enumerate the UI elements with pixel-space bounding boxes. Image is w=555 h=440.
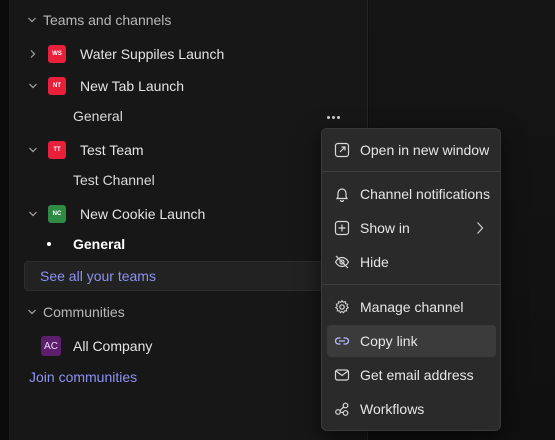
app-rail	[0, 0, 10, 440]
eye-off-icon	[333, 253, 351, 271]
menu-item-get-email-address[interactable]: Get email address	[327, 359, 496, 391]
menu-item-label: Show in	[360, 220, 410, 236]
channel-item-general[interactable]: General	[73, 106, 123, 126]
join-communities-link[interactable]: Join communities	[29, 367, 137, 387]
team-name: New Tab Launch	[80, 78, 185, 94]
menu-item-channel-notifications[interactable]: Channel notifications	[327, 178, 496, 210]
teams-list-pane: Teams and channels WS Water Suppiles Lau…	[10, 0, 368, 440]
menu-item-label: Open in new window	[360, 142, 490, 158]
channel-name: General	[73, 236, 126, 252]
menu-item-label: Channel notifications	[360, 186, 490, 202]
plus-square-icon	[333, 219, 351, 237]
team-avatar: NT	[48, 77, 66, 95]
team-name: Water Suppiles Launch	[80, 46, 225, 62]
menu-item-label: Get email address	[360, 367, 474, 383]
chevron-down-icon	[28, 81, 38, 91]
team-item-new-tab-launch[interactable]: NT New Tab Launch	[28, 75, 184, 97]
chevron-right-icon	[476, 221, 484, 235]
channel-item-test-channel[interactable]: Test Channel	[73, 170, 155, 190]
chevron-down-icon	[28, 209, 38, 219]
channel-item-general-active[interactable]: General	[73, 234, 125, 254]
channel-name: Test Channel	[73, 172, 155, 188]
menu-item-workflows[interactable]: Workflows	[327, 393, 496, 425]
team-avatar: WS	[48, 45, 66, 63]
see-all-teams-label: See all your teams	[40, 268, 156, 284]
channel-name: General	[73, 108, 123, 124]
active-channel-indicator	[47, 242, 51, 246]
menu-item-label: Workflows	[360, 401, 425, 417]
menu-item-manage-channel[interactable]: Manage channel	[327, 291, 496, 323]
menu-item-label: Hide	[360, 254, 389, 270]
gear-icon	[333, 298, 351, 316]
more-options-icon[interactable]	[322, 108, 344, 126]
menu-item-show-in[interactable]: Show in	[327, 212, 496, 244]
community-avatar: AC	[41, 336, 61, 356]
team-item-new-cookie-launch[interactable]: NC New Cookie Launch	[28, 203, 205, 225]
bell-icon	[333, 185, 351, 203]
team-name: New Cookie Launch	[80, 206, 206, 222]
menu-item-copy-link[interactable]: Copy link	[327, 325, 496, 357]
communities-section-header[interactable]: Communities	[27, 302, 125, 322]
join-communities-label: Join communities	[29, 369, 138, 385]
teams-app: Teams and channels WS Water Suppiles Lau…	[0, 0, 555, 440]
team-avatar: TT	[48, 141, 66, 159]
team-item-water-suppiles-launch[interactable]: WS Water Suppiles Launch	[28, 43, 224, 65]
community-item-all-company[interactable]: AC All Company	[41, 335, 152, 357]
menu-item-hide[interactable]: Hide	[327, 246, 496, 278]
community-name: All Company	[73, 338, 153, 354]
menu-item-open-in-new-window[interactable]: Open in new window	[327, 134, 496, 166]
team-avatar: NC	[48, 205, 66, 223]
link-icon	[333, 332, 351, 350]
team-name: Test Team	[80, 142, 144, 158]
team-item-test-team[interactable]: TT Test Team	[28, 139, 144, 161]
channel-context-menu: Open in new window Channel notifications…	[321, 128, 501, 431]
chevron-right-icon	[28, 49, 38, 59]
mail-icon	[333, 366, 351, 384]
communities-section-label: Communities	[43, 304, 125, 320]
teams-section-header[interactable]: Teams and channels	[27, 10, 171, 30]
chevron-down-icon	[27, 307, 37, 317]
chevron-down-icon	[27, 15, 37, 25]
menu-divider	[322, 284, 500, 285]
teams-section-label: Teams and channels	[43, 12, 172, 28]
open-external-icon	[333, 141, 351, 159]
menu-item-label: Copy link	[360, 333, 418, 349]
chevron-down-icon	[28, 145, 38, 155]
workflow-icon	[333, 400, 351, 418]
menu-item-label: Manage channel	[360, 299, 464, 315]
see-all-teams-button[interactable]: See all your teams	[24, 261, 324, 291]
menu-divider	[322, 171, 500, 172]
